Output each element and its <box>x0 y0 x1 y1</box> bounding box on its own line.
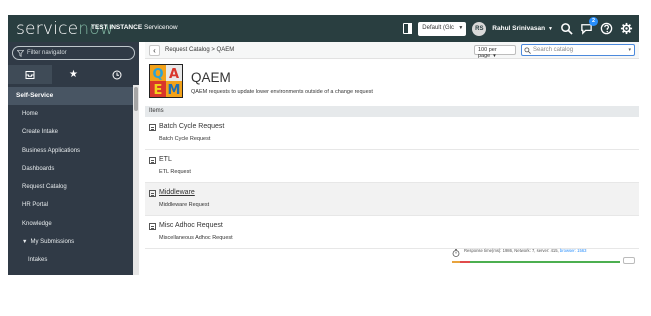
category-description: QAEM requests to update lower environmen… <box>191 89 373 95</box>
nav-item-home[interactable]: Home <box>8 105 139 123</box>
catalog-item-name[interactable]: Batch Cycle Request <box>159 123 224 130</box>
catalog-item-icon <box>149 124 156 131</box>
application-navigator: Filter navigator ★ Self-Service Home Cre… <box>8 42 139 275</box>
category-title: QAEM <box>191 70 231 85</box>
filter-placeholder: Filter navigator <box>27 50 67 56</box>
gear-icon[interactable] <box>619 22 633 36</box>
nav-item-label: My Submissions <box>30 239 75 246</box>
expanded-triangle-icon: ▼ <box>22 239 28 246</box>
filter-icon <box>17 50 24 57</box>
catalog-item-name[interactable]: Misc Adhoc Request <box>159 222 223 229</box>
response-time-segment <box>470 261 620 263</box>
instance-label: TEST INSTANCE Servicenow <box>91 24 178 31</box>
filter-navigator-input[interactable]: Filter navigator <box>12 46 135 60</box>
inbox-icon <box>25 70 35 79</box>
response-time-toggle[interactable] <box>623 257 635 264</box>
response-time-bar <box>452 261 620 263</box>
navigator-tabs: ★ <box>8 65 139 84</box>
items-section-header: Items <box>145 106 639 117</box>
nav-item-dashboards[interactable]: Dashboards <box>8 160 139 178</box>
help-icon[interactable] <box>599 22 613 36</box>
catalog-item[interactable]: Batch Cycle Request Batch Cycle Request <box>145 117 639 150</box>
chevron-left-icon: ‹ <box>153 46 156 55</box>
catalog-item-name[interactable]: Middleware <box>159 189 195 196</box>
logo-part-service: service <box>16 19 79 39</box>
catalog-toolbar: ‹ Request Catalog > QAEM 100 per page ▼ S… <box>145 42 639 59</box>
banner-actions: Default (Glc ▼ RS Rahul Srinivasan ▼ 2 <box>403 16 633 38</box>
nav-item-create-intake[interactable]: Create Intake <box>8 123 139 141</box>
user-menu[interactable]: Rahul Srinivasan ▼ <box>492 25 553 32</box>
svg-text:A: A <box>169 67 179 82</box>
response-time-segment <box>460 261 471 263</box>
instance-name: Servicenow <box>143 24 178 31</box>
nav-module-list: Home Create Intake Business Applications… <box>8 105 139 270</box>
catalog-item[interactable]: Misc Adhoc Request Miscellaneous Adhoc R… <box>145 216 639 249</box>
scrollbar-thumb[interactable] <box>134 87 138 111</box>
svg-text:M: M <box>168 83 181 98</box>
catalog-item-description: Miscellaneous Adhoc Request <box>159 235 233 241</box>
user-name: Rahul Srinivasan <box>492 25 546 32</box>
tab-all-applications[interactable] <box>8 65 52 84</box>
chevron-down-icon: ▾ <box>628 47 631 53</box>
catalog-item-icon <box>149 190 156 197</box>
chevron-down-icon: ▼ <box>492 53 497 58</box>
category-header: Q A E M QAEM QAEM requests to update low… <box>145 60 639 105</box>
star-icon: ★ <box>69 69 78 80</box>
svg-text:E: E <box>154 83 163 98</box>
search-placeholder: Search catalog <box>533 47 574 53</box>
top-banner: servicenow TEST INSTANCE Servicenow Defa… <box>8 15 639 42</box>
catalog-content: ‹ Request Catalog > QAEM 100 per page ▼ S… <box>145 42 639 275</box>
nav-item-my-submissions[interactable]: ▼ My Submissions <box>8 233 139 251</box>
catalog-item-description: Middleware Request <box>159 202 210 208</box>
clock-icon <box>112 70 122 79</box>
response-time-text: Response time(ms): 1986, Network: 7, ser… <box>464 248 586 253</box>
nav-item-request-catalog[interactable]: Request Catalog <box>8 178 139 196</box>
search-icon <box>524 47 531 54</box>
svg-text:Q: Q <box>152 67 163 82</box>
nav-application-self-service[interactable]: Self-Service <box>8 87 139 105</box>
servicenow-app: servicenow TEST INSTANCE Servicenow Defa… <box>8 15 639 275</box>
catalog-item-icon <box>149 157 156 164</box>
search-icon[interactable] <box>559 22 573 36</box>
response-time-indicator: Response time(ms): 1986, Network: 7, ser… <box>452 248 637 268</box>
qaem-category-logo: Q A E M <box>149 64 183 98</box>
catalog-item-name[interactable]: ETL <box>159 156 172 163</box>
nav-item-intakes[interactable]: Intakes <box>8 251 139 269</box>
catalog-item-description: Batch Cycle Request <box>159 136 211 142</box>
response-time-segment <box>452 261 461 263</box>
chat-icon[interactable]: 2 <box>579 16 598 36</box>
chevron-down-icon: ▼ <box>458 24 464 31</box>
navigator-scrollbar[interactable] <box>133 85 139 275</box>
scope-value: Default (Glc <box>422 24 454 31</box>
catalog-item-icon <box>149 223 156 230</box>
application-scope-select[interactable]: Default (Glc ▼ <box>418 21 467 36</box>
search-catalog-input[interactable]: Search catalog ▾ <box>521 44 635 56</box>
nav-item-business-applications[interactable]: Business Applications <box>8 142 139 160</box>
nav-item-hr-portal[interactable]: HR Portal <box>8 196 139 214</box>
tab-history[interactable] <box>95 65 139 84</box>
notification-badge: 2 <box>589 16 598 26</box>
stopwatch-icon[interactable] <box>452 249 460 257</box>
per-page-select[interactable]: 100 per page ▼ <box>474 45 516 59</box>
catalog-item-description: ETL Request <box>159 169 191 175</box>
nav-item-knowledge[interactable]: Knowledge <box>8 215 139 233</box>
browser-time: browser: 1563 <box>559 248 587 253</box>
instance-type: TEST INSTANCE <box>91 24 143 31</box>
update-set-icon[interactable] <box>403 23 413 34</box>
chevron-down-icon: ▼ <box>548 26 553 32</box>
catalog-item[interactable]: ETL ETL Request <box>145 150 639 183</box>
breadcrumb[interactable]: Request Catalog > QAEM <box>165 47 234 53</box>
response-time-values: Response time(ms): 1986, Network: 7, ser… <box>464 248 559 253</box>
tab-favorites[interactable]: ★ <box>52 65 96 84</box>
back-button[interactable]: ‹ <box>149 45 160 56</box>
catalog-item[interactable]: Middleware Middleware Request <box>145 183 639 216</box>
avatar[interactable]: RS <box>472 21 487 36</box>
